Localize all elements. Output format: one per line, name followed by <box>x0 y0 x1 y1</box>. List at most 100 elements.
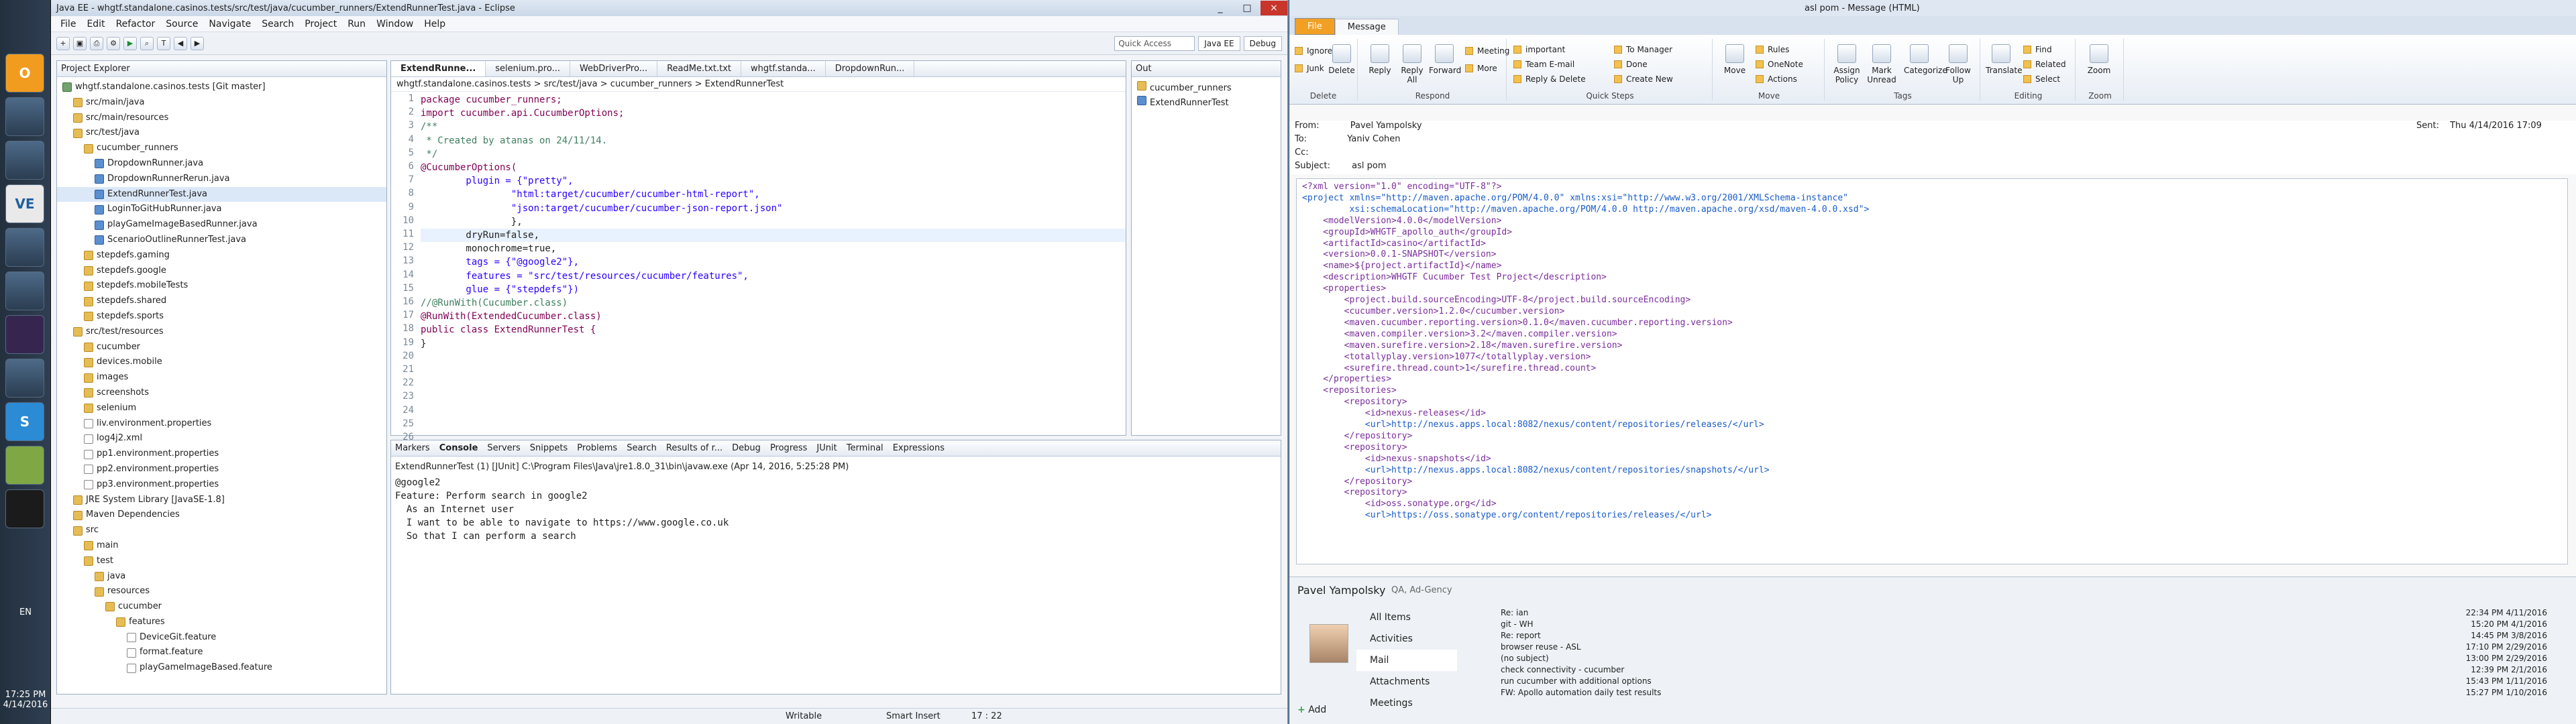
tab-terminal[interactable]: Terminal <box>847 443 883 453</box>
open-type-icon[interactable]: T <box>157 36 170 50</box>
menu-source[interactable]: Source <box>160 19 203 29</box>
tree-item[interactable]: DropdownRunnerRerun.java <box>57 172 386 187</box>
xml-line[interactable]: <repository> <box>1302 487 2562 499</box>
tree-item[interactable]: features <box>57 615 386 630</box>
code-line[interactable]: import cucumber.api.CucumberOptions; <box>421 107 1126 120</box>
app-icon[interactable] <box>5 97 44 136</box>
xml-line[interactable]: <id>nexus-snapshots</id> <box>1302 454 2562 465</box>
tree-item[interactable]: devices.mobile <box>57 355 386 370</box>
code-line[interactable]: features = "src/test/resources/cucumber/… <box>421 269 1126 283</box>
meeting-button[interactable]: Meeting <box>1465 44 1509 58</box>
tab-console[interactable]: Console <box>439 443 478 453</box>
menu-search[interactable]: Search <box>256 19 299 29</box>
xml-line[interactable]: </properties> <box>1302 374 2562 385</box>
tree-item[interactable]: Maven Dependencies <box>57 507 386 523</box>
app-icon[interactable] <box>5 446 44 485</box>
menu-window[interactable]: Window <box>371 19 419 29</box>
tree-item[interactable]: stepdefs.gaming <box>57 248 386 263</box>
translate-button[interactable]: Translate <box>1986 44 2023 75</box>
language-indicator[interactable]: EN <box>0 607 51 617</box>
reply-button[interactable]: Reply <box>1364 44 1395 75</box>
menu-refactor[interactable]: Refactor <box>111 19 161 29</box>
people-nav-mail[interactable]: Mail <box>1356 650 1457 671</box>
tree-item[interactable]: ScenarioOutlineRunnerTest.java <box>57 233 386 248</box>
tree-item[interactable]: stepdefs.google <box>57 263 386 279</box>
tab-search[interactable]: Search <box>627 443 657 453</box>
close-icon[interactable]: × <box>1260 1 1287 15</box>
xml-line[interactable]: <url>https://oss.sonatype.org/content/re… <box>1302 510 2562 522</box>
tree-item[interactable]: cucumber <box>57 340 386 355</box>
breadcrumb[interactable]: whgtf.standalone.casinos.tests > src/tes… <box>391 77 1126 92</box>
tree-item[interactable]: selenium <box>57 401 386 416</box>
xml-line[interactable]: <artifactId>casino</artifactId> <box>1302 239 2562 250</box>
junk-button[interactable]: Junk <box>1295 62 1324 75</box>
categorize-button[interactable]: Categorize <box>1904 44 1947 75</box>
tree-item[interactable]: pp1.environment.properties <box>57 446 386 462</box>
xml-line[interactable]: <cucumber.version>1.2.0</cucumber.versio… <box>1302 306 2562 318</box>
tree-item[interactable]: playGameImageBasedRunner.java <box>57 217 386 233</box>
perspective-java-ee[interactable]: Java EE <box>1198 36 1240 51</box>
move-button[interactable]: Move <box>1719 44 1750 75</box>
mail-list-item[interactable]: git - WH 15:20 PM 4/1/2016 <box>1501 618 2547 629</box>
xml-line[interactable]: </repository> <box>1302 477 2562 488</box>
tab-readme[interactable]: ReadMe.txt.txt <box>657 61 742 76</box>
code-line[interactable]: /** <box>421 120 1126 133</box>
clock-time[interactable]: 17:25 PM <box>0 690 51 700</box>
xml-line[interactable]: <?xml version="1.0" encoding="UTF-8"?> <box>1302 182 2562 193</box>
xml-line[interactable]: <modelVersion>4.0.0</modelVersion> <box>1302 216 2562 227</box>
tree-item[interactable]: liv.environment.properties <box>57 416 386 432</box>
tree-item[interactable]: screenshots <box>57 385 386 401</box>
quickstep-important[interactable]: important <box>1513 43 1565 56</box>
mail-list-item[interactable]: Re: report 14:45 PM 3/8/2016 <box>1501 629 2547 641</box>
xml-line[interactable]: xsi:schemaLocation="http://maven.apache.… <box>1302 204 2562 216</box>
tab-file[interactable]: File <box>1295 18 1335 35</box>
xml-line[interactable]: <id>oss.sonatype.org</id> <box>1302 499 2562 510</box>
forward-button[interactable]: Forward <box>1429 44 1461 75</box>
tab-debug[interactable]: Debug <box>732 443 761 453</box>
tree-item[interactable]: images <box>57 370 386 385</box>
xml-line[interactable]: <maven.surefire.version>2.18</maven.sure… <box>1302 341 2562 352</box>
run-icon[interactable]: ▶ <box>123 36 137 50</box>
xml-line[interactable]: <maven.cucumber.reporting.version>0.1.0<… <box>1302 318 2562 329</box>
menu-run[interactable]: Run <box>342 19 371 29</box>
new-icon[interactable]: + <box>56 36 70 50</box>
mail-list-item[interactable]: FW: Apollo automation daily test results… <box>1501 686 2547 698</box>
outline-class[interactable]: ExtendRunnerTest <box>1137 96 1275 111</box>
back-icon[interactable]: ◀ <box>174 36 187 50</box>
tree-item[interactable]: java <box>57 569 386 585</box>
people-nav-meetings[interactable]: Meetings <box>1356 692 1457 714</box>
tab-servers[interactable]: Servers <box>487 443 520 453</box>
console-output[interactable]: @google2 Feature: Perform search in googl… <box>391 476 1281 543</box>
app-icon[interactable] <box>5 272 44 310</box>
more-button[interactable]: More <box>1465 62 1497 75</box>
tree-item[interactable]: format.feature <box>57 645 386 660</box>
print-icon[interactable]: ⎙ <box>90 36 103 50</box>
clock-date[interactable]: 4/14/2016 <box>0 700 51 710</box>
tree-item[interactable]: cucumber_runners <box>57 141 386 156</box>
code-line[interactable]: * Created by atanas on 24/11/14. <box>421 134 1126 147</box>
contact-name[interactable]: Pavel Yampolsky <box>1297 584 1385 597</box>
zoom-button[interactable]: Zoom <box>2084 44 2114 75</box>
tree-item[interactable]: src/main/java <box>57 95 386 111</box>
tree-item[interactable]: src/main/resources <box>57 111 386 126</box>
code-line[interactable]: dryRun=false, <box>421 229 1126 243</box>
message-body[interactable]: <?xml version="1.0" encoding="UTF-8"?> <p… <box>1296 178 2568 564</box>
app-icon[interactable] <box>5 141 44 180</box>
tab-problems[interactable]: Problems <box>577 443 617 453</box>
code-line[interactable]: public class ExtendRunnerTest { <box>421 323 1126 337</box>
menu-file[interactable]: File <box>55 19 81 29</box>
related-button[interactable]: Related <box>2023 58 2066 71</box>
tab-extendrunner[interactable]: ExtendRunne... <box>391 61 486 76</box>
xml-line[interactable]: <repositories> <box>1302 385 2562 397</box>
outlook-icon[interactable]: O <box>5 54 44 93</box>
tree-item[interactable]: DeviceGit.feature <box>57 630 386 646</box>
reply-all-button[interactable]: Reply All <box>1397 44 1428 84</box>
rules-button[interactable]: Rules <box>1756 43 1789 56</box>
tab-message[interactable]: Message <box>1334 19 1399 35</box>
code-line[interactable]: } <box>421 337 1126 351</box>
tab-results[interactable]: Results of r... <box>666 443 722 453</box>
add-contact-button[interactable]: + Add <box>1297 705 1326 715</box>
code-line[interactable]: package cucumber_runners; <box>421 93 1126 107</box>
code-line[interactable]: //@RunWith(Cucumber.class) <box>421 296 1126 310</box>
quickstep-reply-delete[interactable]: Reply & Delete <box>1513 72 1586 86</box>
